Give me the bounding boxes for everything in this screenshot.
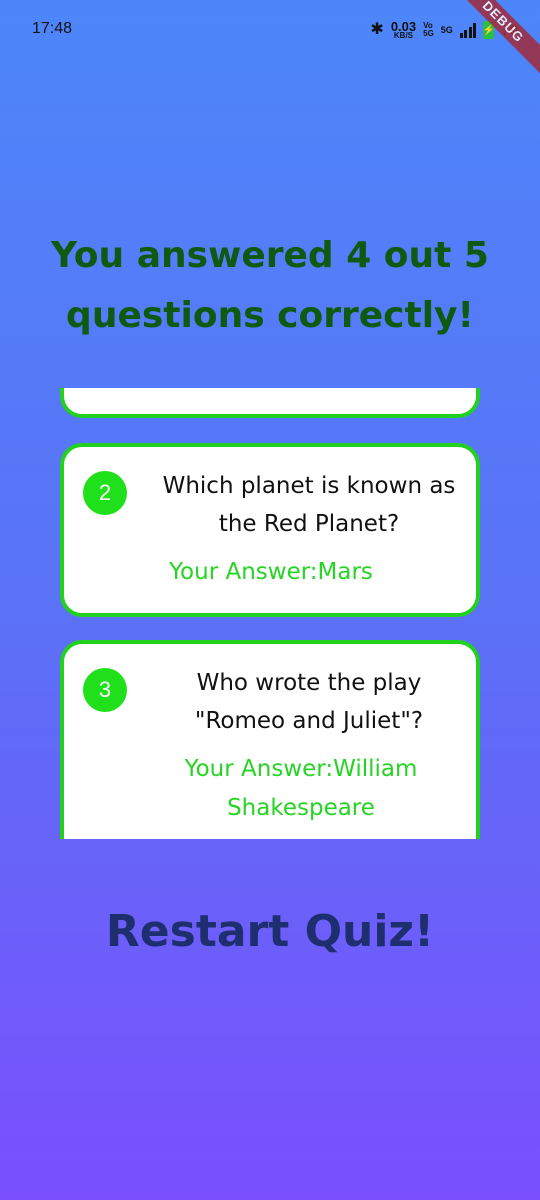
restart-quiz-button[interactable]: Restart Quiz! xyxy=(100,900,440,964)
questions-summary-list[interactable]: 2 Which planet is known as the Red Plane… xyxy=(60,388,480,839)
question-text: Who wrote the play "Romeo and Juliet"? xyxy=(194,670,424,734)
network-speed-unit: KB/S xyxy=(393,31,414,41)
summary-card-partial xyxy=(60,388,480,418)
question-text: Which planet is known as the Red Planet? xyxy=(162,473,456,537)
status-bar: 17:48 ✱ 0.03 KB/S Vo 5G 5G ⚡ 79 xyxy=(0,0,540,62)
volte-indicator: Vo 5G xyxy=(423,22,434,37)
question-number-badge: 2 xyxy=(83,471,127,515)
user-answer-text: Your Answer:William Shakespeare xyxy=(184,756,418,821)
result-title: You answered 4 out 5 questions correctly… xyxy=(51,235,489,336)
volte-bottom: 5G xyxy=(423,29,434,38)
network-type: 5G xyxy=(440,25,453,35)
signal-icon xyxy=(459,22,477,38)
status-time: 17:48 xyxy=(32,20,73,37)
user-answer-text: Your Answer:Mars xyxy=(169,559,373,585)
summary-card: 2 Which planet is known as the Red Plane… xyxy=(60,443,480,617)
summary-card: 3 Who wrote the play "Romeo and Juliet"?… xyxy=(60,640,480,839)
network-speed: 0.03 KB/S xyxy=(391,20,416,41)
question-number-badge: 3 xyxy=(83,668,127,712)
bluetooth-icon: ✱ xyxy=(370,21,384,38)
